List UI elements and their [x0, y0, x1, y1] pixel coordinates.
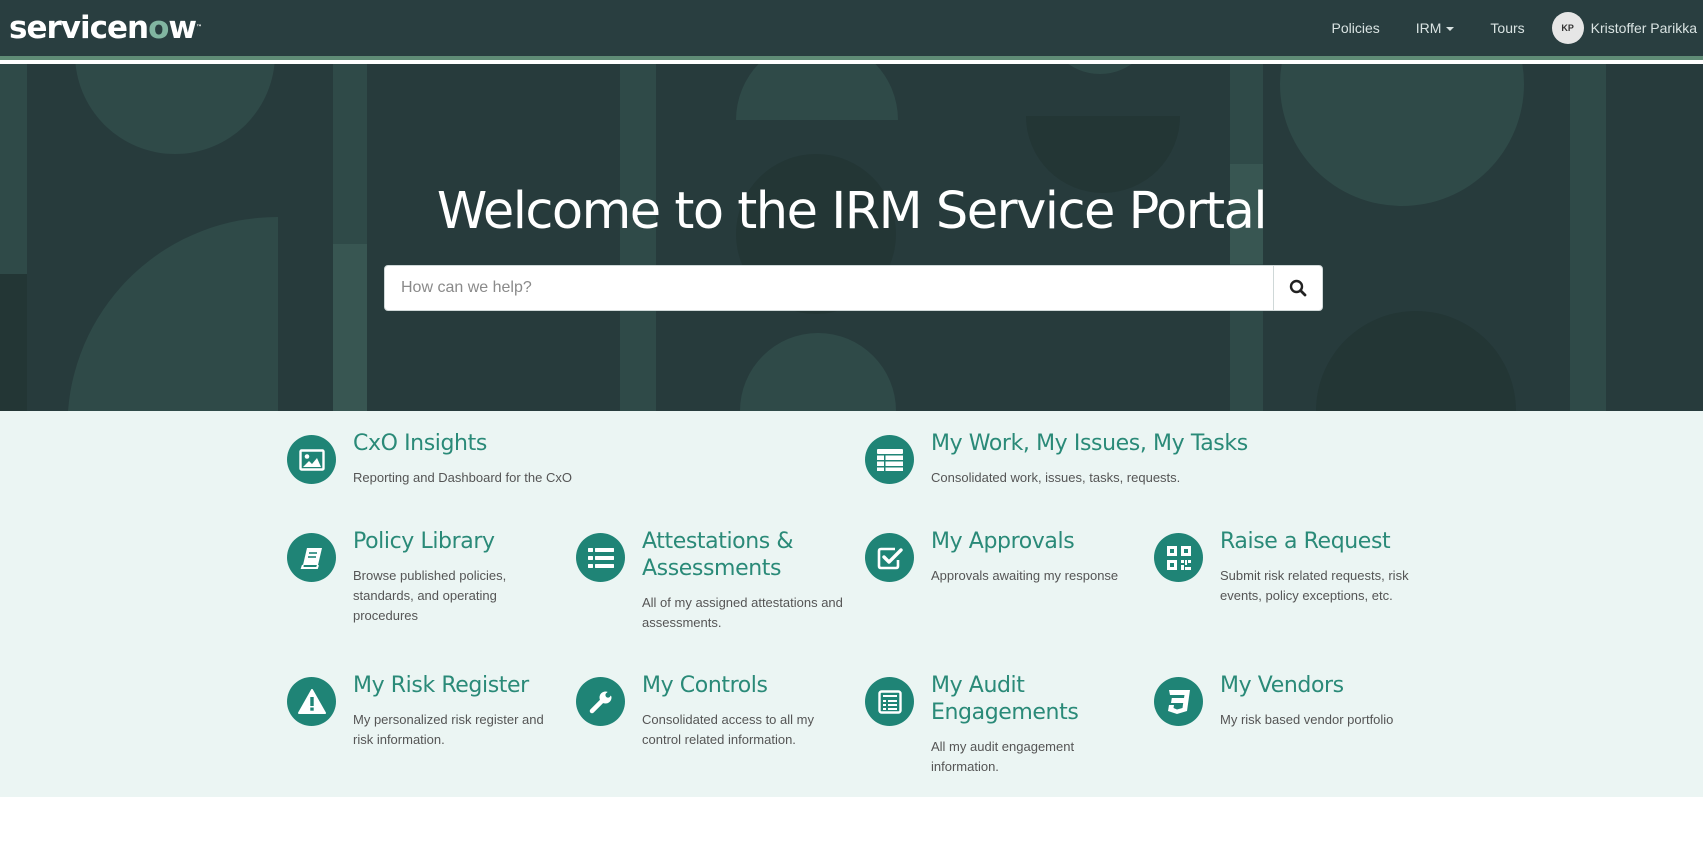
tile-title: My Risk Register: [353, 673, 529, 698]
tile-description: My risk based vendor portfolio: [1220, 712, 1394, 727]
tile-policy-library[interactable]: Policy Library Browse published policies…: [287, 529, 557, 633]
tile-my-vendors[interactable]: My Vendors My risk based vendor portfoli…: [1154, 673, 1424, 777]
tile-title: Policy Library: [353, 529, 495, 554]
tile-title: My Audit Engagements: [931, 673, 1079, 725]
tile-title: Raise a Request: [1220, 529, 1391, 554]
tile-attestations[interactable]: Attestations & Assessments All of my ass…: [576, 529, 846, 633]
qrcode-icon: [1154, 533, 1203, 582]
list-icon: [576, 533, 625, 582]
quick-links-section: CxO Insights Reporting and Dashboard for…: [0, 411, 1703, 797]
tile-description: All of my assigned attestations and asse…: [642, 595, 843, 630]
tile-title: My Controls: [642, 673, 768, 698]
user-name: Kristoffer Parikka: [1590, 20, 1697, 36]
search-bar: [384, 265, 1323, 311]
tile-description: Browse published policies, standards, an…: [353, 568, 507, 623]
avatar: KP: [1551, 12, 1584, 44]
check-square-icon: [865, 533, 914, 582]
search-button[interactable]: [1273, 266, 1322, 310]
nav-policies-link[interactable]: Policies: [1314, 20, 1398, 36]
tile-title: My Vendors: [1220, 673, 1344, 698]
page-footer-space: [0, 797, 1703, 847]
user-menu[interactable]: KP Kristoffer Parikka: [1543, 12, 1703, 44]
nav-menu: Policies IRM Tours KP Kristoffer Parikka: [1314, 0, 1703, 56]
tile-description: Consolidated work, issues, tasks, reques…: [931, 470, 1181, 485]
wrench-icon: [576, 677, 625, 726]
list-alt-icon: [865, 677, 914, 726]
tile-title: CxO Insights: [353, 431, 487, 456]
tile-audit-engagements[interactable]: My Audit Engagements All my audit engage…: [865, 673, 1135, 777]
picture-icon: [287, 435, 336, 484]
tile-cxo-insights[interactable]: CxO Insights Reporting and Dashboard for…: [287, 431, 572, 505]
table-icon: [865, 435, 914, 484]
top-navbar: servicenow™ Policies IRM Tours KP Kristo…: [0, 0, 1703, 60]
tile-title: My Approvals: [931, 529, 1075, 554]
search-icon: [1289, 279, 1307, 297]
servicenow-logo[interactable]: servicenow™: [9, 8, 202, 48]
css3-icon: [1154, 677, 1203, 726]
caret-down-icon: [1446, 27, 1455, 32]
book-icon: [287, 533, 336, 582]
tile-description: Reporting and Dashboard for the CxO: [353, 470, 572, 485]
tile-title: Attestations & Assessments: [642, 529, 794, 581]
hero-banner: Welcome to the IRM Service Portal: [0, 64, 1703, 411]
tile-raise-request[interactable]: Raise a Request Submit risk related requ…: [1154, 529, 1424, 633]
nav-irm-dropdown[interactable]: IRM: [1398, 20, 1473, 36]
search-input[interactable]: [385, 266, 1273, 310]
tile-my-approvals[interactable]: My Approvals Approvals awaiting my respo…: [865, 529, 1135, 633]
tile-my-controls[interactable]: My Controls Consolidated access to all m…: [576, 673, 846, 777]
tile-description: My personalized risk register and risk i…: [353, 712, 544, 747]
tile-risk-register[interactable]: My Risk Register My personalized risk re…: [287, 673, 557, 777]
warning-icon: [287, 677, 336, 726]
nav-tours-link[interactable]: Tours: [1472, 20, 1542, 36]
tile-my-work[interactable]: My Work, My Issues, My Tasks Consolidate…: [865, 431, 1248, 505]
tile-description: Approvals awaiting my response: [931, 568, 1119, 583]
nav-irm-label: IRM: [1415, 20, 1442, 36]
tile-description: Submit risk related requests, risk event…: [1220, 568, 1409, 603]
page-title: Welcome to the IRM Service Portal: [436, 182, 1268, 241]
tile-description: All my audit engagement information.: [931, 739, 1075, 774]
tile-title: My Work, My Issues, My Tasks: [931, 431, 1248, 456]
tile-description: Consolidated access to all my control re…: [642, 712, 814, 747]
